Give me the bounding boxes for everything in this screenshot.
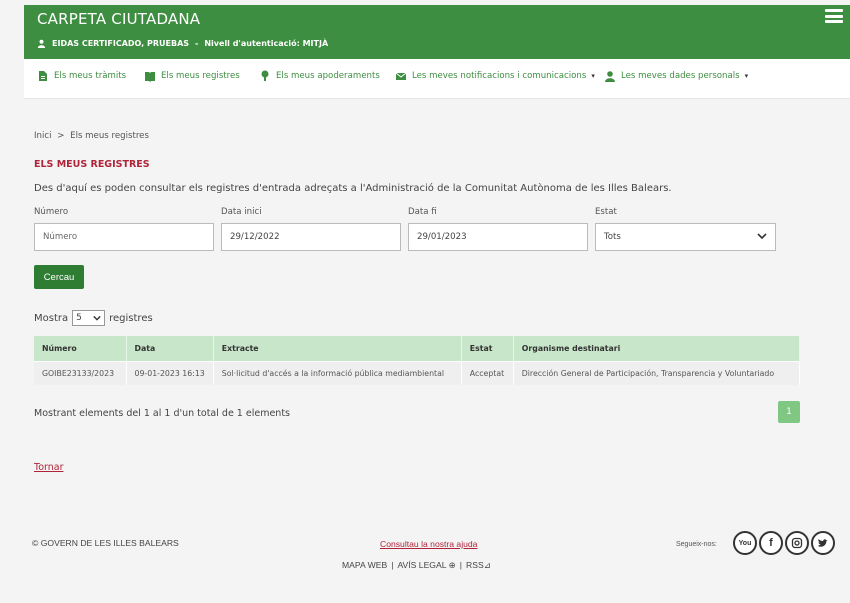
page-length-control: Mostra 5 registres bbox=[34, 310, 153, 326]
breadcrumb-current: Els meus registres bbox=[70, 131, 149, 141]
map-link[interactable]: MAPA WEB bbox=[342, 560, 387, 571]
chevron-down-icon bbox=[93, 315, 101, 321]
breadcrumb-home[interactable]: Inici bbox=[34, 131, 51, 141]
table-row[interactable]: GOIBE23133/2023 09-01-2023 16:13 Sol·lic… bbox=[34, 360, 801, 385]
user-sep: - bbox=[195, 39, 199, 48]
legal-label: AVÍS LEGAL bbox=[397, 560, 447, 570]
breadcrumb-sep: > bbox=[57, 131, 65, 141]
nav-item-label: Les meves notificacions i comunicacions bbox=[412, 71, 587, 81]
col-extracte[interactable]: Extracte bbox=[213, 336, 462, 361]
follow-label: Segueix-nos: bbox=[676, 541, 717, 548]
page-button-1[interactable]: 1 bbox=[778, 401, 800, 423]
chevron-down-icon: ▾ bbox=[744, 72, 749, 80]
chevron-down-icon bbox=[757, 233, 767, 240]
globe-icon: ⊕ bbox=[448, 560, 456, 570]
breadcrumb: Inici > Els meus registres bbox=[34, 131, 149, 141]
copyright: © GOVERN DE LES ILLES BALEARS bbox=[32, 538, 179, 548]
nav-item-label: Els meus registres bbox=[161, 71, 240, 81]
cell-organisme: Dirección General de Participación, Tran… bbox=[513, 360, 801, 385]
twitter-icon[interactable] bbox=[811, 531, 835, 555]
envelope-icon bbox=[395, 72, 407, 80]
person-pin-icon bbox=[261, 70, 269, 81]
back-link[interactable]: Tornar bbox=[34, 462, 64, 473]
user-info: EIDAS CERTIFICADO, PRUEBAS - Nivell d'au… bbox=[37, 39, 328, 48]
youtube-icon[interactable]: You bbox=[733, 531, 757, 555]
document-icon bbox=[39, 71, 47, 81]
registres-table: Número Data Extracte Estat Organisme des… bbox=[34, 336, 801, 385]
cell-data: 09-01-2023 16:13 bbox=[126, 360, 214, 385]
rss-label: RSS bbox=[466, 560, 484, 570]
facebook-icon[interactable]: f bbox=[759, 531, 783, 555]
cell-estat: Acceptat bbox=[461, 360, 514, 385]
show-prefix: Mostra bbox=[34, 312, 69, 324]
main-content: Inici > Els meus registres ELS MEUS REGI… bbox=[24, 99, 850, 603]
rss-icon: ⊿ bbox=[483, 560, 491, 570]
page-intro: Des d'aquí es poden consultar els regist… bbox=[34, 183, 672, 194]
numero-label: Número bbox=[34, 207, 69, 217]
col-estat[interactable]: Estat bbox=[461, 336, 514, 361]
app-header: CARPETA CIUTADANA EIDAS CERTIFICADO, PRU… bbox=[24, 5, 850, 59]
table-header-row: Número Data Extracte Estat Organisme des… bbox=[34, 336, 801, 361]
user-icon bbox=[37, 39, 46, 48]
user-icon bbox=[605, 71, 615, 82]
cell-numero: GOIBE23133/2023 bbox=[34, 360, 127, 385]
cell-extracte: Sol·licitud d'accés a la informació públ… bbox=[213, 360, 462, 385]
nav-item-label: Les meves dades personals bbox=[621, 71, 740, 81]
help-link[interactable]: Consultau la nostra ajuda bbox=[380, 539, 477, 549]
col-data[interactable]: Data bbox=[126, 336, 214, 361]
data-fi-input[interactable]: 29/01/2023 bbox=[408, 223, 588, 251]
numero-input[interactable]: Número bbox=[34, 223, 214, 251]
auth-level: Nivell d'autenticació: MITJÀ bbox=[204, 39, 329, 48]
page-length-select[interactable]: 5 bbox=[72, 310, 106, 326]
nav-item-notificacions[interactable]: Les meves notificacions i comunicacions … bbox=[395, 70, 595, 82]
footer-sep: | bbox=[459, 560, 463, 570]
menu-icon[interactable] bbox=[825, 7, 843, 25]
nav-item-label: Els meus apoderaments bbox=[276, 71, 380, 81]
app-title: CARPETA CIUTADANA bbox=[37, 10, 201, 28]
main-nav: Els meus tràmits Els meus registres Els … bbox=[24, 59, 850, 99]
user-name: EIDAS CERTIFICADO, PRUEBAS bbox=[52, 39, 190, 48]
data-inici-label: Data inici bbox=[221, 207, 262, 217]
estat-label: Estat bbox=[595, 207, 617, 217]
nav-item-apoderaments[interactable]: Els meus apoderaments bbox=[259, 70, 380, 82]
page-title: ELS MEUS REGISTRES bbox=[34, 159, 150, 170]
instagram-icon[interactable] bbox=[785, 531, 809, 555]
nav-item-label: Els meus tràmits bbox=[54, 71, 127, 81]
book-icon bbox=[145, 72, 155, 82]
estat-select[interactable]: Tots bbox=[595, 223, 776, 251]
show-suffix: registres bbox=[109, 312, 153, 324]
footer-links: MAPA WEB | AVÍS LEGAL ⊕ | RSS⊿ bbox=[342, 560, 491, 571]
chevron-down-icon: ▾ bbox=[591, 72, 595, 80]
legal-link[interactable]: AVÍS LEGAL ⊕ bbox=[397, 560, 455, 571]
pagination-summary: Mostrant elements del 1 al 1 d'un total … bbox=[34, 408, 290, 419]
estat-select-value: Tots bbox=[604, 232, 621, 242]
col-numero[interactable]: Número bbox=[34, 336, 127, 361]
nav-item-registres[interactable]: Els meus registres bbox=[144, 70, 240, 82]
footer-sep: | bbox=[391, 560, 394, 570]
search-button[interactable]: Cercau bbox=[34, 265, 84, 289]
data-inici-input[interactable]: 29/12/2022 bbox=[221, 223, 401, 251]
nav-item-dades[interactable]: Les meves dades personals ▾ bbox=[604, 70, 748, 82]
nav-item-tramits[interactable]: Els meus tràmits bbox=[37, 70, 126, 82]
page-length-value: 5 bbox=[76, 313, 82, 323]
rss-link[interactable]: RSS⊿ bbox=[466, 560, 491, 571]
data-fi-label: Data fi bbox=[408, 207, 437, 217]
col-organisme[interactable]: Organisme destinatari bbox=[513, 336, 801, 361]
